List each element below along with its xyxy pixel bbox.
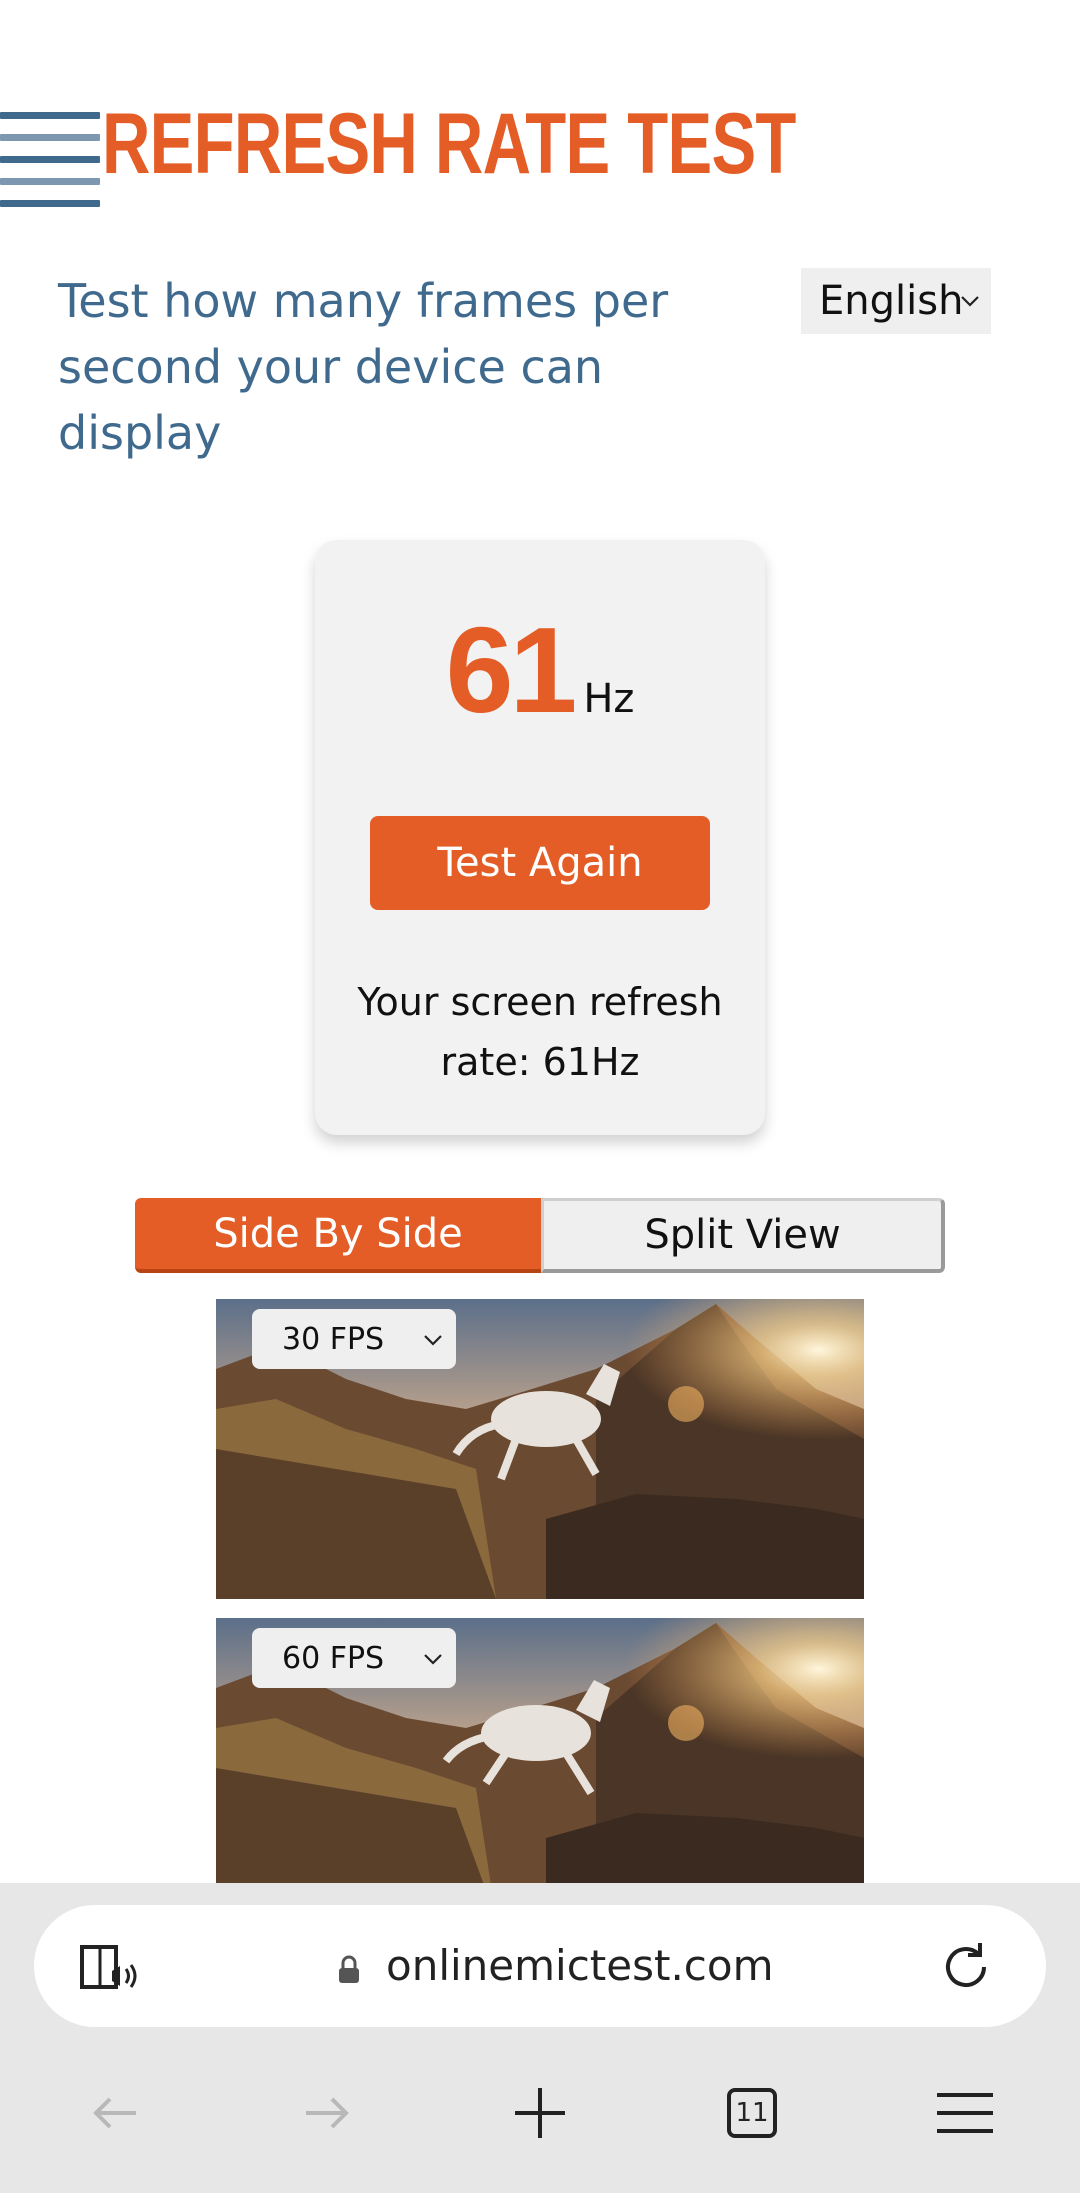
split-view-button[interactable]: Split View — [541, 1198, 945, 1273]
lock-icon — [339, 1955, 359, 1983]
video-player-60fps[interactable]: 60 FPS — [216, 1618, 864, 1883]
language-select-value: English — [819, 278, 964, 324]
browser-menu-icon[interactable] — [925, 2073, 1005, 2153]
page-title: REFRESH RATE TEST — [102, 96, 796, 192]
reload-icon[interactable] — [938, 1939, 994, 1995]
refresh-rate-unit: Hz — [583, 676, 635, 722]
chevron-down-icon — [424, 1654, 442, 1665]
refresh-rate-readout: 61 Hz — [315, 600, 765, 740]
fps-select-value: 30 FPS — [282, 1321, 385, 1357]
forward-icon[interactable] — [287, 2073, 367, 2153]
refresh-rate-value: 61 — [445, 602, 578, 738]
fps-select[interactable]: 60 FPS — [252, 1628, 456, 1688]
chevron-down-icon — [961, 296, 979, 307]
view-mode-toggle: Side By Side Split View — [135, 1198, 945, 1273]
address-bar[interactable]: onlinemictest.com — [34, 1905, 1046, 2027]
browser-nav-row: 11 — [0, 2073, 1080, 2153]
chevron-down-icon — [424, 1335, 442, 1346]
test-again-button[interactable]: Test Again — [370, 816, 710, 910]
browser-toolbar: onlinemictest.com 11 — [0, 1883, 1080, 2193]
url-text: onlinemictest.com — [386, 1941, 774, 1990]
side-by-side-button[interactable]: Side By Side — [135, 1198, 541, 1273]
tabs-button[interactable]: 11 — [712, 2073, 792, 2153]
page-subtitle: Test how many frames per second your dev… — [58, 274, 669, 460]
reader-mode-icon[interactable] — [78, 1941, 138, 1995]
fps-select-value: 60 FPS — [282, 1640, 385, 1676]
result-card: 61 Hz Test Again Your screen refresh rate… — [315, 540, 765, 1135]
menu-icon[interactable] — [0, 112, 102, 208]
video-player-30fps[interactable]: 30 FPS — [216, 1299, 864, 1599]
fps-select[interactable]: 30 FPS — [252, 1309, 456, 1369]
tab-count-badge: 11 — [727, 2088, 777, 2138]
refresh-rate-summary: Your screen refresh rate: 61Hz — [357, 980, 723, 1084]
back-icon[interactable] — [75, 2073, 155, 2153]
new-tab-icon[interactable] — [500, 2073, 580, 2153]
language-select[interactable]: English — [801, 268, 991, 334]
page: REFRESH RATE TEST Test how many frames p… — [0, 0, 1080, 2193]
